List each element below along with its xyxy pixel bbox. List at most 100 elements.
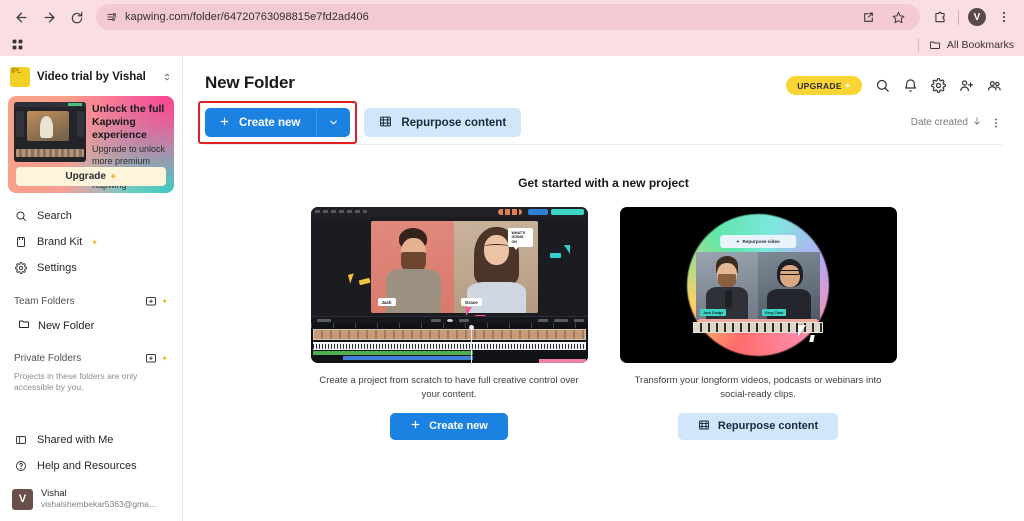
- page-title: New Folder: [205, 73, 295, 92]
- speaker-tag: Greg Clark: [762, 309, 787, 316]
- editor-topbar: [310, 207, 588, 217]
- cursor-icon: [549, 245, 570, 258]
- sparkle-icon: ✦: [109, 172, 117, 181]
- sparkle-icon: ✦: [844, 82, 851, 90]
- promo-title: Unlock the full Kapwing experience: [92, 103, 165, 141]
- upgrade-button[interactable]: Upgrade ✦: [16, 167, 166, 186]
- sidebar-item-label: Shared with Me: [37, 434, 114, 446]
- editor-toolbar: [310, 316, 588, 323]
- workspace-name: Video trial by Vishal: [37, 71, 146, 83]
- sparkle-icon: ✦: [91, 237, 98, 247]
- speaker-pane-right: Grace WHAT'S GOING ON: [454, 221, 538, 313]
- repurpose-card: ✦ Repurpose video Jack Dodge Greg Clark: [619, 207, 897, 440]
- card-repurpose-button[interactable]: Repurpose content: [677, 412, 839, 440]
- three-dot-menu-icon[interactable]: [990, 117, 1002, 129]
- add-folder-icon[interactable]: [145, 295, 157, 307]
- back-arrow-icon[interactable]: [8, 4, 34, 30]
- search-icon[interactable]: [875, 78, 890, 93]
- add-folder-icon[interactable]: [145, 352, 157, 364]
- browser-toolbar: kapwing.com/folder/64720763098815e7fd2ad…: [0, 0, 1024, 34]
- three-dot-menu-icon[interactable]: [992, 5, 1016, 29]
- repurpose-content-button[interactable]: Repurpose content: [364, 108, 522, 137]
- create-project-thumbnail[interactable]: Jack Grace WHAT'S GOING ON: [310, 207, 588, 363]
- site-settings-icon[interactable]: [106, 11, 118, 23]
- speaker-pane-left: Jack Dodge: [696, 252, 758, 320]
- private-folders-label: Private Folders: [14, 352, 82, 364]
- gear-icon[interactable]: [931, 78, 946, 93]
- bookmarks-bar: All Bookmarks: [0, 34, 1024, 56]
- repurpose-content-label: Repurpose content: [401, 116, 507, 129]
- main-header: New Folder UPGRADE ✦: [205, 56, 1002, 95]
- repurpose-video-pill: ✦ Repurpose video: [720, 235, 796, 248]
- card-create-new-label: Create new: [429, 420, 488, 433]
- sort-button[interactable]: Date created: [911, 116, 982, 129]
- speaker-tag: Jack Dodge: [700, 309, 727, 316]
- plus-icon: [219, 116, 230, 130]
- avatar[interactable]: V: [965, 5, 989, 29]
- reload-icon[interactable]: [64, 4, 90, 30]
- chevron-down-icon[interactable]: [317, 117, 350, 128]
- apps-grid-icon[interactable]: [6, 34, 28, 54]
- arrow-down-icon: [972, 116, 982, 129]
- sidebar-item-label: Search: [37, 210, 72, 222]
- header-actions: UPGRADE ✦: [786, 73, 1002, 95]
- sidebar-bottom: Shared with Me Help and Resources V Vish…: [8, 427, 174, 521]
- card-create-new-button[interactable]: Create new: [390, 412, 508, 440]
- folder-icon: [18, 318, 30, 333]
- sidebar-item-new-folder[interactable]: New Folder: [8, 313, 174, 338]
- sidebar-item-search[interactable]: Search: [8, 203, 174, 229]
- cursor-icon: [465, 307, 486, 320]
- address-bar-url[interactable]: kapwing.com/folder/64720763098815e7fd2ad…: [125, 11, 369, 23]
- app-shell: Video trial by Vishal Unlock the full Ka…: [0, 56, 1024, 521]
- sidebar-item-shared-with-me[interactable]: Shared with Me: [8, 427, 174, 453]
- avatar: V: [12, 488, 33, 510]
- create-new-button[interactable]: Create new: [205, 108, 351, 137]
- workspace-switcher[interactable]: Video trial by Vishal: [8, 60, 174, 94]
- brand-kit-icon: [14, 236, 28, 248]
- speaker-pane-right: Greg Clark: [758, 252, 820, 320]
- promo-thumbnail: [14, 102, 86, 162]
- extensions-puzzle-icon[interactable]: [928, 5, 952, 29]
- user-name: Vishal: [41, 487, 67, 499]
- search-icon: [14, 210, 28, 222]
- repurpose-thumbnail[interactable]: ✦ Repurpose video Jack Dodge Greg Clark: [619, 207, 897, 363]
- sidebar-item-settings[interactable]: Settings: [8, 255, 174, 281]
- share-icon[interactable]: [856, 5, 880, 29]
- sidebar-item-brand-kit[interactable]: Brand Kit ✦: [8, 229, 174, 255]
- create-new-group: Create new: [198, 101, 358, 144]
- action-toolbar: Create new Repurpose content: [198, 101, 1002, 144]
- browser-toolbar-right: V: [928, 5, 1016, 29]
- profile-initial: V: [968, 8, 986, 26]
- cursor-icon: [797, 325, 806, 337]
- workspace-logo: [10, 67, 30, 87]
- content-divider: [205, 144, 1002, 145]
- user-profile-row[interactable]: V Vishal vishalshembekar5363@gmail.co...: [8, 483, 174, 515]
- create-project-description: Create a project from scratch to have fu…: [319, 375, 579, 400]
- chevron-up-down-icon[interactable]: [162, 72, 172, 82]
- upgrade-button-label: Upgrade: [65, 171, 106, 182]
- repurpose-video-label: Repurpose video: [742, 239, 780, 244]
- main-content: New Folder UPGRADE ✦ Create new Repurpos…: [183, 56, 1024, 521]
- upgrade-pill-button[interactable]: UPGRADE ✦: [786, 76, 862, 95]
- private-folders-header: Private Folders ✦: [8, 346, 174, 370]
- sparkle-icon: ✦: [161, 353, 168, 363]
- user-email: vishalshembekar5363@gmail.co...: [41, 499, 159, 509]
- star-icon[interactable]: [886, 5, 910, 29]
- speaker-pane-left: Jack: [370, 221, 454, 313]
- upgrade-pill-label: UPGRADE: [797, 80, 842, 91]
- sparkle-icon: ✦: [736, 239, 740, 244]
- address-bar[interactable]: kapwing.com/folder/64720763098815e7fd2ad…: [96, 4, 920, 30]
- bell-icon[interactable]: [903, 78, 918, 93]
- forward-arrow-icon[interactable]: [36, 4, 62, 30]
- sidebar-item-help[interactable]: Help and Resources: [8, 453, 174, 479]
- all-bookmarks-label[interactable]: All Bookmarks: [947, 39, 1014, 51]
- people-icon[interactable]: [987, 78, 1002, 93]
- create-new-label: Create new: [239, 116, 301, 129]
- sidebar: Video trial by Vishal Unlock the full Ka…: [0, 56, 183, 521]
- add-person-icon[interactable]: [959, 78, 974, 93]
- private-folders-description: Projects in these folders are only acces…: [14, 371, 138, 393]
- folder-icon: [928, 38, 942, 52]
- upgrade-promo-card[interactable]: Unlock the full Kapwing experience Upgra…: [8, 96, 174, 193]
- film-grid-icon: [379, 115, 392, 131]
- plus-icon: [410, 419, 421, 433]
